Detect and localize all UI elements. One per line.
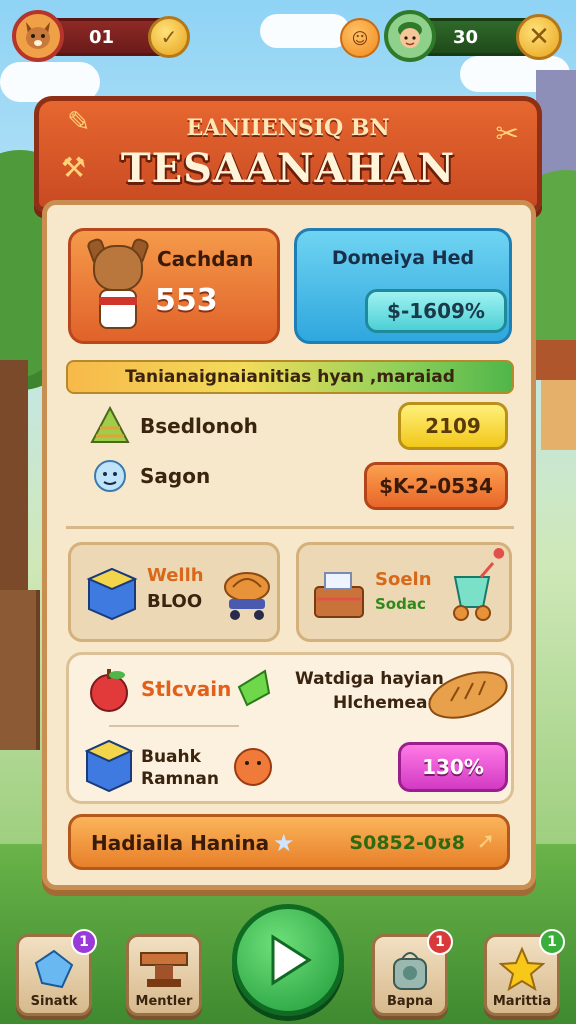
friend-avatar[interactable] [384, 10, 436, 62]
bonus-value-button[interactable]: $-1609% [365, 289, 507, 333]
character-card[interactable]: Cachdan 553 [68, 228, 280, 344]
apple-icon [85, 665, 133, 715]
details-text-line1: Watdiga hayian [295, 669, 444, 689]
details-label-1: Stlcvain [141, 677, 232, 701]
background-house [536, 340, 576, 450]
star-icon: ★ [273, 829, 295, 857]
row-label-1: Bsedlonoh [140, 414, 258, 438]
nav-label-3: Bapna [386, 994, 433, 1009]
green-gem-icon [229, 667, 275, 709]
details-label-2-line1: Buahk [141, 747, 201, 767]
info-banner: Tanianaignaianitias hyan ,maraiad [66, 360, 514, 394]
player-avatar[interactable] [12, 10, 64, 62]
nav-button-2[interactable]: Mentler [126, 934, 202, 1016]
item-tile-left[interactable]: Wellh BLOO [68, 542, 280, 642]
item-tile-left-line1: Wellh [147, 565, 204, 586]
panel-subtitle: EANIIENSIQ BN [186, 115, 390, 141]
nav-badge-1: 1 [71, 929, 97, 955]
details-label-2-line2: Ramnan [141, 769, 219, 789]
nav-label-1: Sinatk [30, 994, 78, 1009]
nav-button-4[interactable]: Marittia 1 [484, 929, 565, 1016]
basket-icon [311, 565, 367, 623]
dog-character-icon [83, 236, 153, 339]
fox-icon [26, 22, 50, 49]
row-value-2: $K-2-0534 [379, 474, 493, 498]
croissant-cart-icon [219, 563, 275, 623]
item-tile-right[interactable]: Soeln Sodac ● [296, 542, 512, 642]
section-divider [66, 526, 514, 529]
left-counter-value: 01 [89, 26, 115, 48]
close-icon: ✕ [528, 22, 550, 52]
row-label-2: Sagon [140, 464, 211, 488]
bonus-card-title: Domeiya Hed [331, 247, 475, 269]
background-fence [0, 590, 40, 750]
item-tile-right-line1: Soeln [375, 569, 432, 590]
bonus-card[interactable]: Domeiya Hed $-1609% [294, 228, 512, 344]
coin-button[interactable]: ✓ [148, 16, 190, 58]
row-value-1: 2109 [425, 414, 481, 438]
info-banner-text: Tanianaignaianitias hyan ,maraiad [125, 367, 455, 387]
character-name: Cachdan [157, 247, 254, 271]
yeti-icon [88, 454, 132, 498]
row-value-button-1[interactable]: 2109 [398, 402, 508, 450]
row-value-button-2[interactable]: $K-2-0534 [364, 462, 508, 510]
girl-icon [398, 22, 422, 48]
right-counter-value: 30 [453, 26, 479, 48]
coin-icon: ✓ [160, 25, 178, 49]
nav-button-1[interactable]: Sinatk 1 [16, 929, 97, 1016]
reward-bar-label: Hadiaila Hanina [91, 831, 270, 855]
orange-creature-icon [231, 741, 275, 791]
nav-badge-3: 1 [427, 929, 453, 955]
panel-header: ✎ ⚒ ✂ EANIIENSIQ BN TESAANAHAN [34, 96, 542, 212]
percent-value: 130% [422, 755, 484, 779]
reward-bar[interactable]: Hadiaila Hanina ★ S0852-0ʊ8 ➚ [68, 814, 510, 870]
item-tile-left-line2: BLOO [147, 591, 203, 612]
nav-button-3[interactable]: Bapna 1 [372, 929, 453, 1016]
nav-badge-4: 1 [539, 929, 565, 955]
bread-icon [423, 665, 513, 723]
pyramid-icon [88, 404, 132, 448]
panel-title: TESAANAHAN [120, 145, 456, 192]
play-button[interactable] [232, 904, 344, 1016]
nav-label-4: Marittia [492, 994, 552, 1009]
blue-box-icon [83, 737, 135, 795]
top-hud: 01 ✓ ☺ 30 ✕ [10, 6, 566, 62]
orange-face-icon[interactable]: ☺ [340, 18, 380, 58]
anvil-icon [129, 943, 199, 995]
arrow-icon: ➚ [476, 829, 495, 854]
drink-snack-icon [445, 559, 505, 625]
play-icon [271, 934, 312, 986]
close-button[interactable]: ✕ [516, 14, 562, 60]
crate-icon [85, 565, 139, 623]
character-value: 553 [155, 283, 218, 318]
reward-bar-value: S0852-0ʊ8 [349, 832, 465, 854]
bonus-value: $-1609% [387, 299, 485, 323]
percent-button[interactable]: 130% [398, 742, 508, 792]
notification-dot-icon: ● [492, 545, 505, 561]
item-tile-right-line2: Sodac [375, 595, 426, 613]
nav-label-2: Mentler [135, 994, 193, 1009]
